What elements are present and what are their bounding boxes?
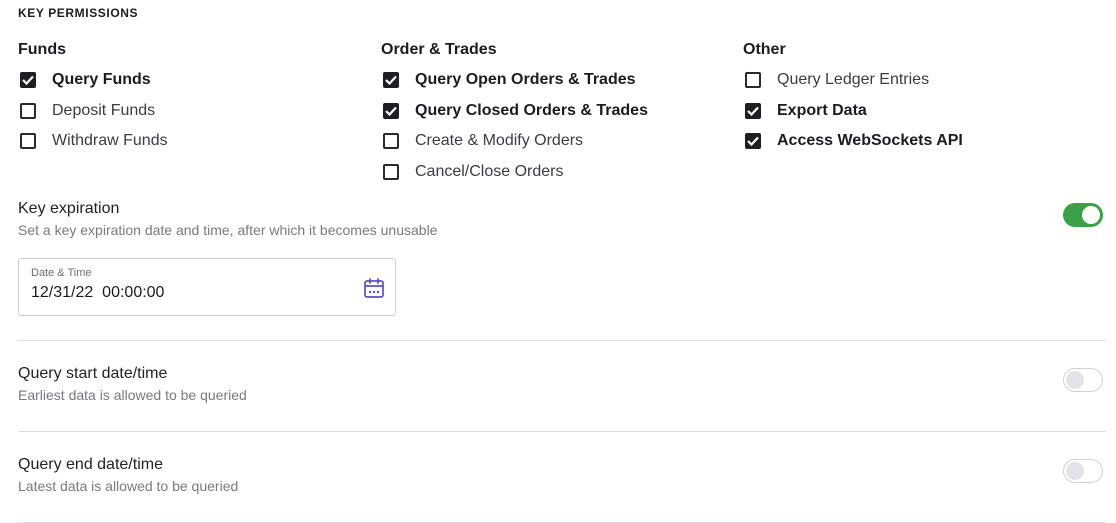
permission-export-data[interactable]: Export Data bbox=[743, 101, 1083, 121]
orders-column: Order & Trades Query Open Orders & Trade… bbox=[381, 40, 721, 193]
divider bbox=[18, 340, 1106, 341]
funds-column: Funds Query Funds Deposit Funds Withdraw… bbox=[18, 40, 358, 162]
permission-label: Cancel/Close Orders bbox=[415, 163, 564, 181]
checkbox[interactable] bbox=[383, 133, 399, 150]
query-end-title: Query end date/time bbox=[18, 456, 163, 473]
query-start-description: Earliest data is allowed to be queried bbox=[18, 387, 247, 403]
other-column: Other Query Ledger Entries Export Data A… bbox=[743, 40, 1083, 162]
key-expiration-section: Key expiration Set a key expiration date… bbox=[18, 199, 1106, 238]
key-permissions-page: KEY PERMISSIONS Funds Query Funds Deposi… bbox=[0, 0, 1116, 523]
permission-label: Query Ledger Entries bbox=[777, 71, 930, 88]
permission-label: Create & Modify Orders bbox=[415, 132, 584, 150]
checkbox[interactable] bbox=[383, 72, 399, 88]
query-end-section: Query end date/time Latest data is allow… bbox=[18, 455, 1106, 494]
permission-label: Deposit Funds bbox=[52, 101, 156, 119]
permission-query-closed-orders[interactable]: Query Closed Orders & Trades bbox=[381, 101, 721, 121]
permission-create-modify-orders[interactable]: Create & Modify Orders bbox=[381, 131, 721, 151]
checkbox[interactable] bbox=[383, 102, 399, 119]
permission-label: Withdraw Funds bbox=[52, 132, 168, 150]
date-time-value[interactable]: 12/31/22 00:00:00 bbox=[31, 284, 164, 302]
permission-label: Query Open Orders & Trades bbox=[415, 71, 636, 88]
permission-query-open-orders[interactable]: Query Open Orders & Trades bbox=[381, 70, 721, 90]
key-expiration-toggle[interactable] bbox=[1063, 203, 1103, 227]
section-title: KEY PERMISSIONS bbox=[18, 6, 139, 20]
orders-heading: Order & Trades bbox=[381, 41, 497, 58]
toggle-knob bbox=[1082, 206, 1100, 224]
calendar-icon[interactable] bbox=[363, 277, 385, 299]
checkbox[interactable] bbox=[745, 133, 761, 150]
permission-websockets-api[interactable]: Access WebSockets API bbox=[743, 131, 1083, 151]
key-expiration-title: Key expiration bbox=[18, 200, 120, 217]
permission-label: Export Data bbox=[777, 101, 867, 119]
checkbox[interactable] bbox=[383, 164, 399, 181]
query-end-description: Latest data is allowed to be queried bbox=[18, 478, 239, 494]
checkbox[interactable] bbox=[745, 102, 761, 119]
checkbox[interactable] bbox=[20, 72, 36, 88]
key-expiration-description: Set a key expiration date and time, afte… bbox=[18, 222, 438, 238]
query-start-section: Query start date/time Earliest data is a… bbox=[18, 364, 1106, 403]
funds-heading: Funds bbox=[18, 41, 66, 58]
date-time-label: Date & Time bbox=[31, 267, 92, 279]
checkbox[interactable] bbox=[20, 102, 36, 119]
query-end-toggle[interactable] bbox=[1063, 459, 1103, 483]
permission-cancel-close-orders[interactable]: Cancel/Close Orders bbox=[381, 162, 721, 182]
query-start-toggle[interactable] bbox=[1063, 368, 1103, 392]
permission-label: Query Closed Orders & Trades bbox=[415, 101, 648, 119]
checkbox[interactable] bbox=[745, 72, 761, 88]
permission-deposit-funds[interactable]: Deposit Funds bbox=[18, 101, 358, 121]
permission-label: Query Funds bbox=[52, 71, 151, 88]
permission-query-funds[interactable]: Query Funds bbox=[18, 70, 358, 90]
other-heading: Other bbox=[743, 41, 786, 58]
divider bbox=[18, 431, 1106, 432]
toggle-knob bbox=[1066, 371, 1084, 389]
date-time-field[interactable]: Date & Time 12/31/22 00:00:00 bbox=[18, 258, 396, 316]
permission-label: Access WebSockets API bbox=[777, 132, 963, 150]
permission-withdraw-funds[interactable]: Withdraw Funds bbox=[18, 131, 358, 151]
query-start-title: Query start date/time bbox=[18, 365, 168, 382]
toggle-knob bbox=[1066, 462, 1084, 480]
checkbox[interactable] bbox=[20, 133, 36, 150]
permission-query-ledger[interactable]: Query Ledger Entries bbox=[743, 70, 1083, 90]
